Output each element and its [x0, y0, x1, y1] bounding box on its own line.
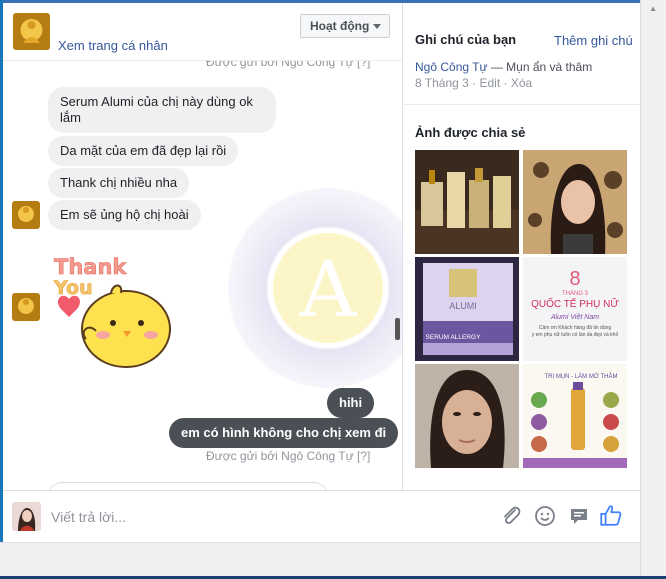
note-author-link[interactable]: Ngô Công Tự — [415, 60, 488, 74]
caret-down-icon — [373, 24, 381, 29]
reply-box-outline — [48, 482, 328, 490]
incoming-message: Da mặt của em đã đẹp lại rồi — [48, 136, 239, 166]
messenger-window: Xem trang cá nhân Hoạt động Được gửi bởi… — [0, 0, 666, 579]
note-entry[interactable]: Ngô Công Tự — Mụn ẩn và thâm — [415, 60, 592, 74]
chat-header: Xem trang cá nhân Hoạt động — [3, 3, 402, 61]
window-bottom-strip — [0, 542, 640, 576]
emoji-icon[interactable] — [533, 504, 557, 528]
womens-day-line1: Cảm ơn Khách hàng đã tin dùng — [539, 325, 611, 331]
view-profile-link[interactable]: Xem trang cá nhân — [58, 38, 168, 53]
shared-photo-acne-treatment[interactable]: TRỊ MỤN - LÀM MỜ THÂM — [523, 364, 627, 468]
page-avatar[interactable] — [13, 13, 50, 50]
outgoing-message: em có hình không cho chị xem đi — [169, 418, 399, 448]
watermark-logo: A — [228, 188, 402, 388]
incoming-message: Serum Alumi của chị này dùng ok lắm — [48, 87, 276, 133]
sent-by-label: Được gửi bởi Ngô Công Tự [?] — [206, 449, 371, 463]
notes-heading: Ghi chú của bạn — [415, 32, 517, 47]
thank-you-sticker: Thank You — [51, 251, 176, 371]
outgoing-message: hihi — [327, 388, 375, 418]
watermark-circle: A — [273, 233, 383, 343]
shared-photo-face[interactable] — [415, 364, 519, 468]
womens-day-day: 8 — [569, 268, 580, 290]
sticker-text-thank: Thank — [54, 255, 127, 279]
watermark-letter: A — [299, 245, 357, 335]
chat-panel: Xem trang cá nhân Hoạt động Được gửi bởi… — [3, 3, 403, 490]
shared-photo-serum-box[interactable]: ALUMI SERUM ALLERGY — [415, 257, 519, 361]
sticker-icon[interactable] — [567, 504, 591, 528]
womens-day-title: QUỐC TẾ PHỤ NỮ — [531, 296, 619, 310]
sender-avatar[interactable] — [12, 201, 40, 229]
note-meta: 8 Tháng 3 · Edit · Xóa — [415, 76, 533, 90]
acne-treatment-header: TRỊ MỤN - LÀM MỜ THÂM — [544, 373, 617, 380]
window-scrollbar[interactable]: ▲ — [640, 0, 666, 579]
sender-avatar[interactable] — [12, 293, 40, 321]
incoming-message: Thank chị nhiều nha — [48, 168, 190, 198]
status-label: Hoạt động — [310, 19, 370, 33]
status-dropdown[interactable]: Hoạt động — [300, 14, 390, 38]
shared-photo-selfie[interactable] — [523, 150, 627, 254]
reply-input[interactable]: Viết trả lời... — [51, 509, 126, 525]
womens-day-month: THÁNG 3 — [562, 290, 589, 297]
shared-photo-products[interactable] — [415, 150, 519, 254]
sidebar-divider — [404, 104, 640, 105]
womens-day-line2: y em phụ nữ luôn có làn da đẹp và khỏ — [532, 331, 619, 338]
composer-bar: Viết trả lời... — [3, 490, 640, 542]
right-sidebar: Ghi chú của bạn Thêm ghi chú Ngô Công Tự… — [404, 14, 640, 490]
user-avatar[interactable] — [12, 502, 41, 531]
serum-box-brand: ALUMI — [449, 301, 477, 311]
serum-box-product: SERUM ALLERGY — [426, 334, 482, 341]
like-icon[interactable] — [598, 502, 622, 526]
add-note-link[interactable]: Thêm ghi chú — [554, 33, 633, 48]
paperclip-icon[interactable] — [499, 504, 523, 528]
womens-day-brand: Alumi Việt Nam — [550, 314, 599, 321]
sticker-text-you: You — [53, 277, 93, 299]
chat-scrollbar-thumb[interactable] — [395, 318, 400, 340]
shared-photos-heading: Ảnh được chia sẻ — [415, 125, 526, 140]
incoming-message: Em sẽ ủng hộ chị hoài — [48, 200, 201, 230]
note-text: — Mụn ẩn và thâm — [487, 60, 593, 74]
scroll-up-icon[interactable]: ▲ — [649, 4, 657, 13]
shared-photo-womens-day[interactable]: 8 THÁNG 3 QUỐC TẾ PHỤ NỮ Alumi Việt Nam … — [523, 257, 627, 361]
